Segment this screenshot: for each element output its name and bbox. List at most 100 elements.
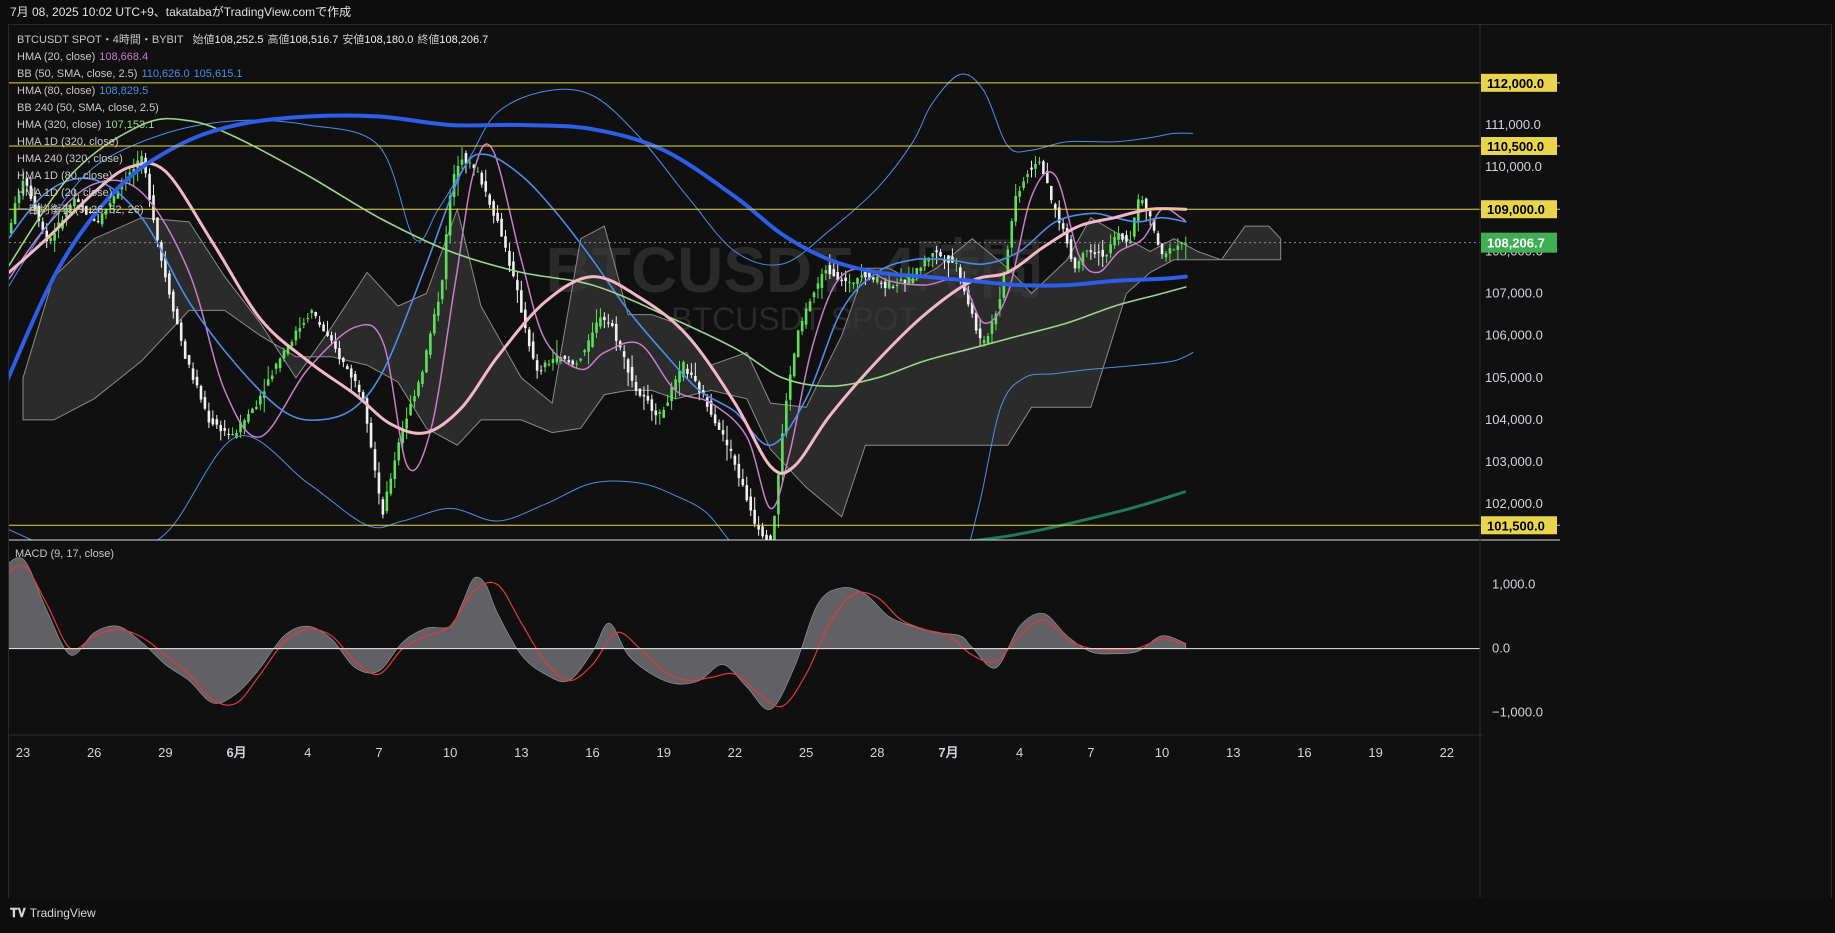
candle-body — [310, 310, 314, 313]
candle-body — [322, 324, 325, 332]
candle-body — [543, 362, 547, 368]
candle-body — [674, 379, 677, 391]
candle-body — [856, 278, 859, 284]
macd-pane[interactable] — [0, 557, 1480, 710]
candle-body — [377, 472, 381, 494]
candle-body — [634, 381, 638, 391]
candle-body — [1093, 252, 1097, 254]
legend-indicator-row[interactable]: HMA (20, close) 108,668.4 — [17, 49, 488, 66]
candle-body — [342, 357, 345, 363]
candle-body — [1164, 253, 1168, 258]
candle-body — [227, 433, 230, 435]
candle-body — [551, 359, 555, 364]
candle-body — [393, 460, 397, 479]
candle-body — [840, 279, 843, 282]
legend-indicator-name: HMA 1D (20, close) — [17, 187, 113, 199]
candle-body — [887, 281, 891, 289]
time-axis-tick-label: 25 — [799, 745, 813, 760]
candle-body — [251, 408, 254, 414]
candle-body — [563, 355, 567, 359]
candle-body — [650, 399, 654, 411]
candle-body — [397, 442, 401, 461]
candle-body — [349, 368, 353, 378]
candle-body — [694, 375, 697, 381]
legend-indicator-name: HMA 240 (320, close) — [17, 153, 123, 165]
candle-body — [531, 341, 535, 359]
legend-indicator-name: HMA 1D (80, close) — [17, 170, 113, 182]
candle-body — [753, 509, 756, 524]
candle-body — [361, 392, 365, 399]
candle-body — [923, 259, 927, 267]
candle-body — [860, 276, 863, 278]
legend-indicator-row[interactable]: HMA (80, close) 108,829.5 — [17, 83, 488, 100]
candle-body — [1121, 233, 1124, 240]
candle-body — [1077, 261, 1081, 269]
legend-ohlc-value: 108,180.0 — [364, 34, 414, 46]
legend-indicator-row[interactable]: BB (50, SMA, close, 2.5) 110,626.0 105,615… — [17, 66, 488, 83]
legend-indicator-row[interactable]: 一目均衡表 (9, 26, 52, 26) — [17, 202, 488, 219]
price-axis-tick-label: 105,000.0 — [1485, 370, 1543, 385]
candle-body — [931, 253, 934, 257]
candle-body — [1180, 242, 1184, 244]
level-label-text: 110,500.0 — [1487, 139, 1544, 154]
candle-body — [844, 277, 847, 282]
candle-body — [1113, 237, 1116, 246]
candle-body — [211, 418, 215, 425]
candle-body — [357, 384, 361, 393]
time-axis-tick-label: 16 — [585, 745, 599, 760]
price-axis-tick-label: 102,000.0 — [1485, 496, 1543, 511]
candle-body — [1018, 191, 1021, 197]
legend-indicator-row[interactable]: HMA 240 (320, close) — [17, 151, 488, 168]
legend-indicator-row[interactable]: HMA (320, close) 107,153.1 — [17, 117, 488, 134]
price-axis-tick-label: 111,000.0 — [1485, 117, 1541, 132]
candle-body — [1042, 161, 1045, 175]
candle-body — [492, 201, 495, 216]
candle-body — [1140, 200, 1144, 204]
candle-body — [1133, 217, 1136, 237]
candle-body — [247, 414, 250, 422]
candle-body — [1172, 249, 1176, 251]
candle-body — [53, 233, 56, 241]
macd-signal-line — [9, 564, 1186, 708]
candle-body — [1053, 204, 1057, 209]
macd-axis-tick-label: −1,000.0 — [1492, 705, 1543, 720]
candle-body — [642, 394, 646, 397]
candle-body — [883, 281, 887, 289]
tradingview-logo[interactable]: 𝐓𝐕 TradingView — [10, 906, 96, 921]
legend-indicator-value: 110,626.0 — [141, 68, 190, 80]
candle-body — [662, 409, 666, 418]
candle-body — [610, 323, 614, 327]
chart-legend: BTCUSDT SPOT・4時間・BYBIT 始値108,252.5 高値108,… — [17, 32, 488, 219]
time-axis-tick-label: 22 — [1440, 745, 1454, 760]
candle-body — [433, 314, 436, 334]
macd-histogram-area — [9, 557, 1187, 710]
legend-indicator-value: 107,153.1 — [105, 119, 155, 131]
legend-indicator-row[interactable]: HMA 1D (320, close) — [17, 134, 488, 151]
legend-indicator-row[interactable]: HMA 1D (80, close) — [17, 168, 488, 185]
candle-body — [622, 351, 626, 358]
candle-body — [785, 400, 788, 434]
legend-indicators: HMA (20, close) 108,668.4 BB (50, SMA, clo… — [17, 49, 488, 219]
candle-body — [864, 271, 867, 278]
candle-body — [761, 526, 764, 537]
legend-indicator-row[interactable]: HMA 1D (20, close) — [17, 185, 488, 202]
legend-indicator-row[interactable]: BB 240 (50, SMA, close, 2.5) — [17, 100, 488, 117]
level-label-text: 101,500.0 — [1487, 518, 1545, 533]
candle-body — [440, 280, 444, 300]
candle-body — [1101, 249, 1105, 257]
last-price-label-text: 108,206.7 — [1487, 236, 1545, 251]
candle-body — [191, 368, 195, 380]
candle-body — [891, 286, 895, 288]
candle-body — [274, 363, 278, 369]
candle-body — [800, 320, 804, 332]
legend-ohlc: 始値108,252.5 高値108,516.7 安値108,180.0 終値108,2… — [187, 34, 489, 46]
legend-indicator-value: 108,829.5 — [99, 85, 149, 97]
candle-body — [713, 414, 717, 424]
tradingview-logo-icon: 𝐓𝐕 — [10, 906, 26, 920]
legend-ohlc-value: 108,516.7 — [289, 34, 339, 46]
legend-indicator-name: 一目均衡表 (9, 26, 52, 26) — [17, 204, 144, 216]
candle-body — [270, 375, 274, 380]
time-axis-tick-label: 26 — [87, 745, 101, 760]
candle-body — [872, 277, 875, 280]
level-label-text: 109,000.0 — [1487, 202, 1545, 217]
